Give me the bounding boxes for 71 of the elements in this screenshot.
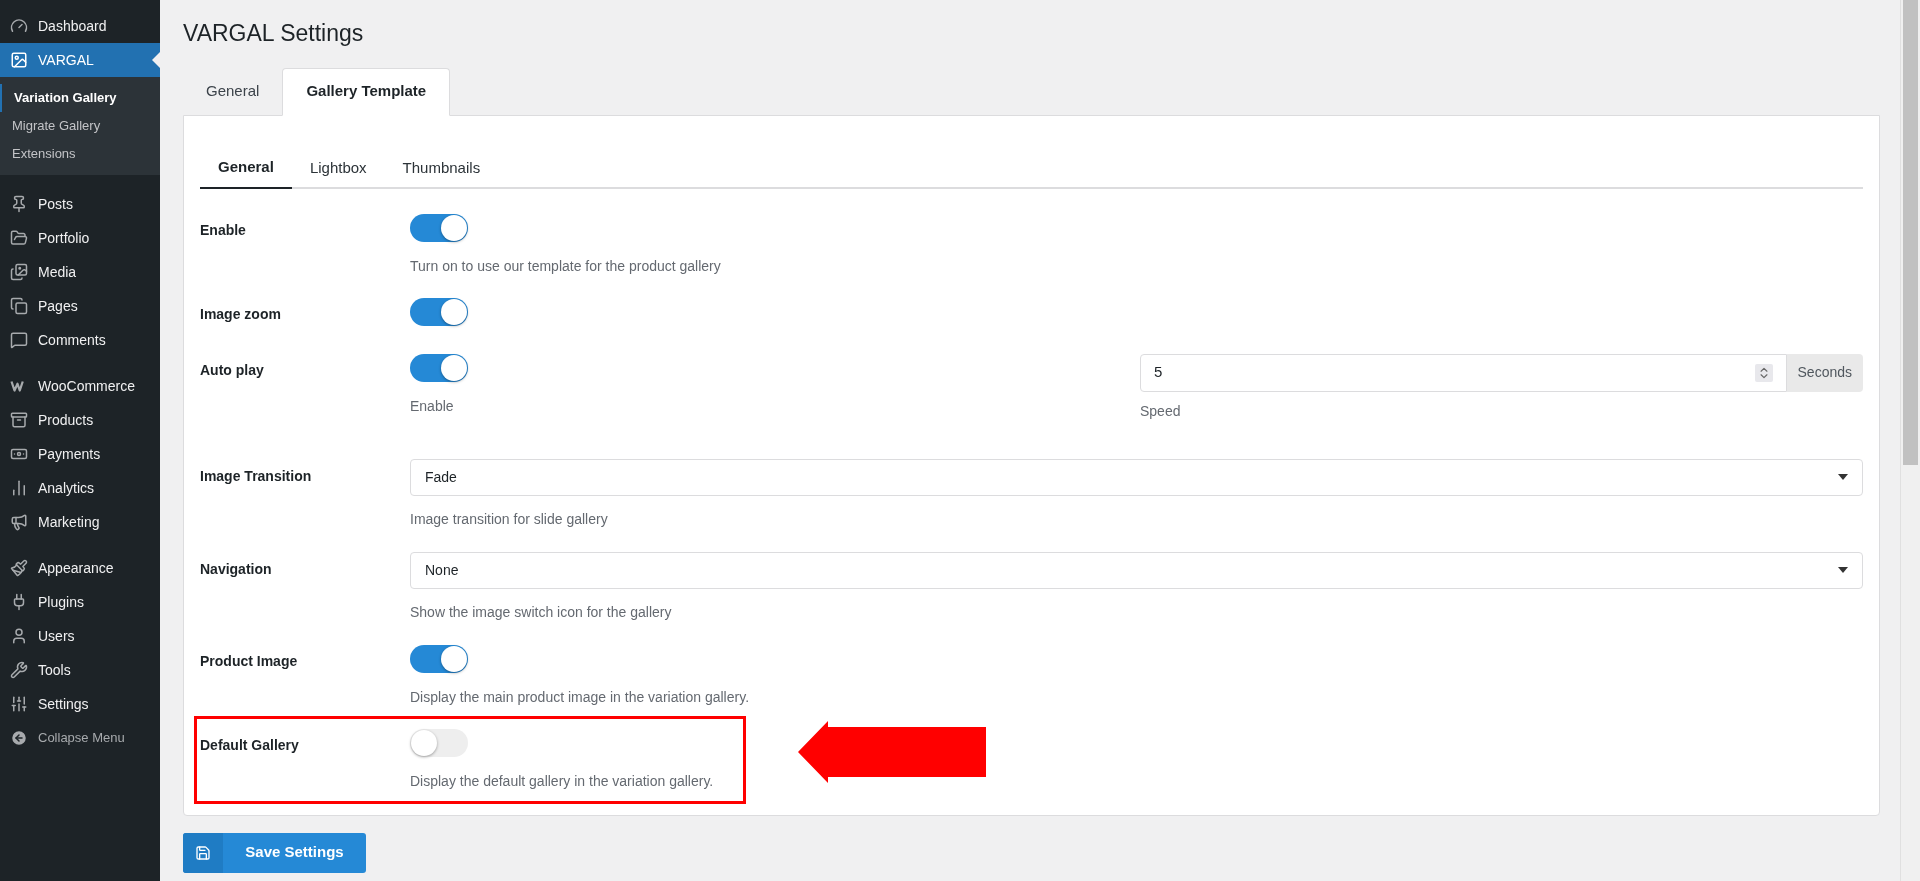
toggle-switch[interactable] bbox=[410, 297, 468, 326]
pages-icon bbox=[10, 297, 28, 315]
setting-label: Auto play bbox=[200, 360, 265, 380]
subsection-tab[interactable]: Thumbnails bbox=[384, 148, 499, 189]
submenu-item[interactable]: Variation Gallery bbox=[0, 84, 160, 112]
dropdown-caret-icon bbox=[1838, 567, 1848, 573]
sidebar-item[interactable]: Media bbox=[0, 255, 160, 289]
sidebar-item[interactable]: VARGAL bbox=[0, 43, 160, 77]
page-title: VARGAL Settings bbox=[183, 19, 364, 48]
setting-description: Show the image switch icon for the gallery bbox=[410, 602, 672, 622]
setting-label: Default Gallery bbox=[200, 735, 300, 755]
collapse-menu-button[interactable]: Collapse Menu bbox=[0, 721, 160, 755]
archive-icon bbox=[10, 411, 28, 429]
setting-label: Product Image bbox=[200, 651, 299, 671]
sidebar-item[interactable]: Posts bbox=[0, 187, 160, 221]
setting-description: Enable bbox=[410, 396, 454, 416]
toggle-switch[interactable] bbox=[410, 353, 468, 382]
select-dropdown[interactable]: Fade bbox=[410, 458, 1863, 496]
stepper-icon[interactable] bbox=[1754, 363, 1773, 382]
sidebar-item[interactable]: Appearance bbox=[0, 551, 160, 585]
settings-icon bbox=[10, 695, 28, 713]
setting-description: Display the default gallery in the variation gallery. bbox=[410, 771, 714, 791]
sidebar-item[interactable]: WooCommerce bbox=[0, 369, 160, 403]
toggle-switch[interactable] bbox=[410, 213, 468, 242]
submenu-item[interactable]: Migrate Gallery bbox=[0, 112, 160, 140]
setting-description: Image transition for slide gallery bbox=[410, 509, 608, 529]
settings-tab[interactable]: Gallery Template bbox=[282, 67, 451, 116]
folder-icon bbox=[10, 229, 28, 247]
user-icon bbox=[10, 627, 28, 645]
setting-description: Turn on to use our template for the product gallery bbox=[410, 256, 721, 276]
sidebar-item[interactable]: Plugins bbox=[0, 585, 160, 619]
field-description: Speed bbox=[1140, 401, 1181, 421]
subsection-tab[interactable]: General bbox=[200, 148, 292, 189]
sidebar-item[interactable]: Payments bbox=[0, 437, 160, 471]
save-settings-button[interactable]: Save Settings bbox=[183, 832, 366, 873]
number-field[interactable]: 5 bbox=[1140, 353, 1787, 392]
subsection-tab[interactable]: Lightbox bbox=[291, 148, 385, 189]
select-dropdown[interactable]: None bbox=[410, 551, 1863, 589]
setting-label: Navigation bbox=[200, 559, 273, 579]
comment-icon bbox=[10, 331, 28, 349]
settings-tab[interactable]: General bbox=[183, 67, 283, 116]
setting-description: Display the main product image in the variation gallery. bbox=[410, 687, 750, 707]
images-icon bbox=[10, 263, 28, 281]
pin-icon bbox=[10, 195, 28, 213]
wrench-icon bbox=[10, 661, 28, 679]
setting-label: Enable bbox=[200, 220, 247, 240]
submenu-item[interactable]: Extensions bbox=[0, 140, 160, 168]
sidebar-item[interactable]: Comments bbox=[0, 323, 160, 357]
sidebar-item[interactable]: Dashboard bbox=[0, 9, 160, 43]
sidebar-item[interactable]: Analytics bbox=[0, 471, 160, 505]
sidebar-item[interactable]: Tools bbox=[0, 653, 160, 687]
unit-addon: Seconds bbox=[1786, 353, 1863, 392]
toggle-switch[interactable] bbox=[410, 644, 468, 673]
setting-label: Image Transition bbox=[200, 466, 313, 486]
setting-label: Image zoom bbox=[200, 304, 282, 324]
image-icon bbox=[10, 51, 28, 69]
sidebar-item[interactable]: Pages bbox=[0, 289, 160, 323]
save-icon bbox=[195, 844, 211, 861]
menu-pointer bbox=[152, 52, 160, 68]
bar-chart-icon bbox=[10, 479, 28, 497]
paintbrush-icon bbox=[10, 559, 28, 577]
dropdown-caret-icon bbox=[1838, 474, 1848, 480]
dashboard-icon bbox=[10, 17, 28, 35]
megaphone-icon bbox=[10, 513, 28, 531]
sidebar-item[interactable]: Products bbox=[0, 403, 160, 437]
sidebar-item[interactable]: Marketing bbox=[0, 505, 160, 539]
collapse-icon bbox=[10, 729, 28, 747]
sidebar-item[interactable]: Settings bbox=[0, 687, 160, 721]
sidebar-item[interactable]: Users bbox=[0, 619, 160, 653]
sidebar-item[interactable]: Portfolio bbox=[0, 221, 160, 255]
toggle-switch[interactable] bbox=[410, 728, 468, 757]
